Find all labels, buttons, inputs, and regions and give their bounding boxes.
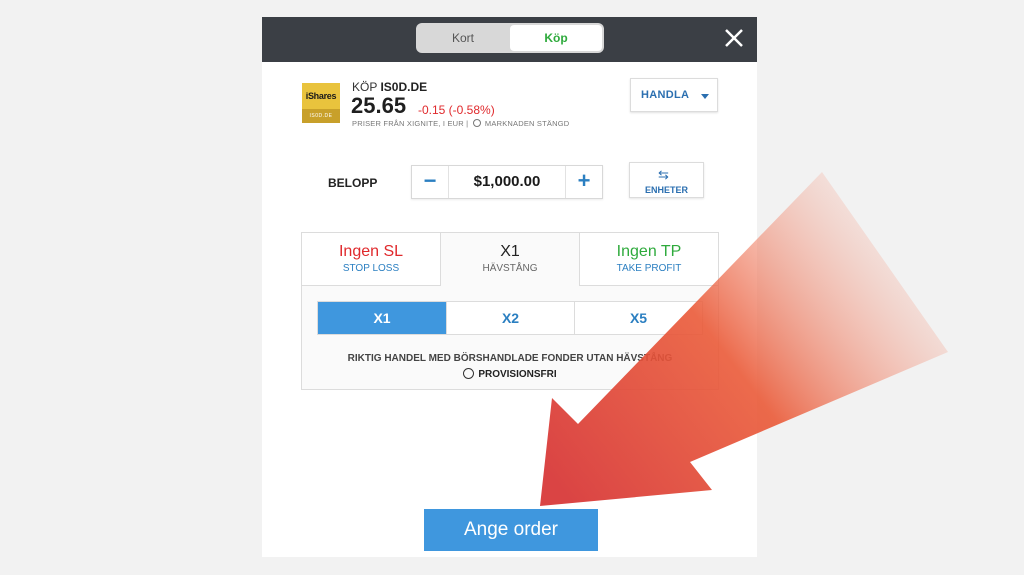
leverage-option-x2[interactable]: X2	[446, 302, 574, 334]
tab-leverage[interactable]: X1 HÄVSTÅNG	[441, 233, 579, 286]
amount-input[interactable]: $1,000.00	[448, 166, 566, 198]
leverage-value: X1	[500, 243, 520, 260]
swap-icon: ⇆	[658, 167, 669, 182]
price-source: PRISER FRÅN XIGNITE, I EUR |	[352, 119, 469, 128]
logo-symbol-text: IS0D.DE	[309, 113, 333, 119]
instrument-title: KÖP IS0D.DE	[352, 80, 427, 94]
decrease-amount-button[interactable]: −	[412, 166, 449, 198]
toggle-sell-option[interactable]: Kort	[418, 25, 508, 51]
stop-loss-label: STOP LOSS	[342, 263, 400, 274]
instrument-symbol: IS0D.DE	[380, 80, 428, 94]
units-toggle-button[interactable]: ⇆ ENHETER	[629, 162, 704, 198]
trade-dropdown-label: HANDLA	[641, 89, 690, 101]
sell-buy-toggle: Kort Köp	[416, 23, 604, 53]
leverage-option-x5[interactable]: X5	[574, 302, 702, 334]
action-label: KÖP	[352, 80, 378, 94]
instrument-logo: iShares IS0D.DE	[302, 83, 340, 123]
leverage-label: HÄVSTÅNG	[482, 263, 538, 274]
options-tabs: Ingen SL STOP LOSS X1 HÄVSTÅNG Ingen TP …	[302, 233, 718, 286]
take-profit-value: Ingen TP	[616, 243, 682, 260]
order-options-panel: Ingen SL STOP LOSS X1 HÄVSTÅNG Ingen TP …	[301, 232, 719, 390]
instrument-price: 25.65	[351, 93, 407, 118]
amount-label: BELOPP	[328, 176, 378, 190]
close-icon[interactable]	[723, 27, 745, 49]
leverage-option-x1[interactable]: X1	[318, 302, 446, 334]
trade-dropdown[interactable]: HANDLA	[630, 78, 718, 112]
commission-free-icon	[463, 368, 475, 379]
increase-amount-button[interactable]: +	[565, 166, 602, 198]
amount-stepper: − $1,000.00 +	[411, 165, 603, 199]
order-dialog: Kort Köp iShares IS0D.DE KÖP IS0D.DE 25.…	[262, 17, 757, 557]
tab-take-profit[interactable]: Ingen TP TAKE PROFIT	[579, 233, 718, 286]
market-status: MARKNADEN STÄNGD	[484, 119, 570, 128]
commission-label: PROVISIONSFRI	[478, 369, 557, 381]
take-profit-label: TAKE PROFIT	[616, 263, 682, 274]
leverage-selector: X1 X2 X5	[317, 301, 703, 335]
units-label: ENHETER	[644, 185, 688, 195]
commission-info: PROVISIONSFRI	[302, 368, 718, 381]
price-change: -0.15 (-0.58%)	[418, 103, 495, 117]
leverage-note: RIKTIG HANDEL MED BÖRSHANDLADE FONDER UT…	[347, 353, 673, 364]
tab-stop-loss[interactable]: Ingen SL STOP LOSS	[302, 233, 441, 286]
logo-brand-text: iShares	[302, 83, 340, 109]
clock-icon	[472, 119, 481, 128]
place-order-button[interactable]: Ange order	[424, 509, 598, 551]
caret-down-icon	[701, 94, 709, 99]
toggle-buy-option[interactable]: Köp	[510, 25, 602, 51]
stop-loss-value: Ingen SL	[338, 243, 404, 260]
price-meta: PRISER FRÅN XIGNITE, I EUR | MARKNADEN S…	[352, 119, 569, 128]
dialog-header: Kort Köp	[262, 17, 757, 62]
